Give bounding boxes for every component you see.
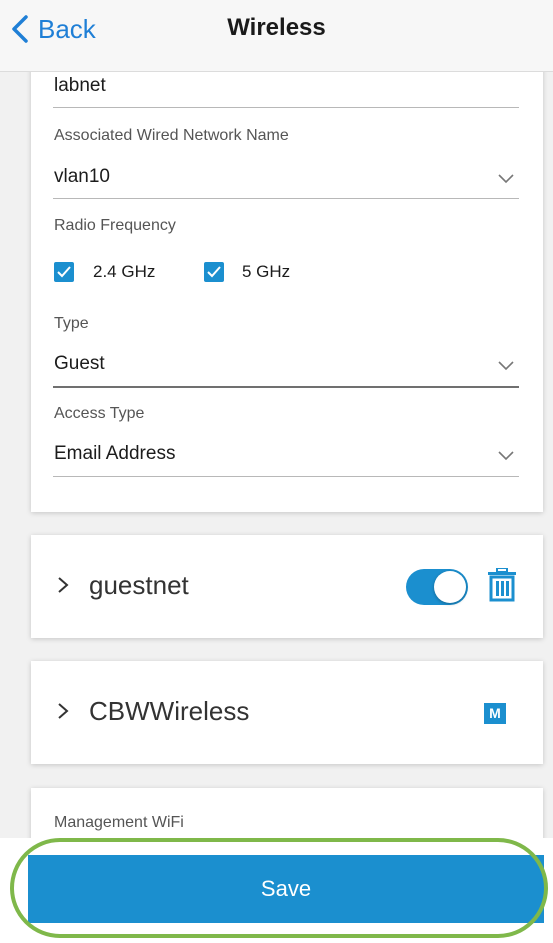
wired-network-select[interactable]: vlan10 <box>54 166 110 188</box>
access-type-select[interactable]: Email Address <box>54 443 175 465</box>
access-type-underline <box>53 476 519 477</box>
nav-bar: Back Wireless <box>0 0 553 72</box>
network-row-cbwwireless[interactable]: CBWWireless M <box>31 661 543 764</box>
wired-network-underline <box>53 198 519 199</box>
toggle-knob <box>434 571 466 603</box>
chevron-right-icon[interactable] <box>57 575 69 595</box>
type-label: Type <box>54 315 89 332</box>
save-button[interactable]: Save <box>28 855 544 923</box>
checkmark-icon <box>57 266 71 278</box>
freq-24-checkbox[interactable] <box>54 262 74 282</box>
network-row-guestnet[interactable]: guestnet <box>31 535 543 638</box>
type-underline <box>53 386 519 388</box>
network-enable-toggle[interactable] <box>406 569 468 605</box>
ssid-underline <box>53 107 519 108</box>
checkmark-icon <box>207 266 221 278</box>
page-title: Wireless <box>227 14 326 41</box>
management-badge: M <box>484 703 506 724</box>
network-settings-card: labnet Associated Wired Network Name vla… <box>31 72 543 512</box>
freq-5-label: 5 GHz <box>242 262 291 281</box>
chevron-down-icon[interactable] <box>497 173 515 185</box>
wired-network-label: Associated Wired Network Name <box>54 127 289 144</box>
freq-5-checkbox[interactable] <box>204 262 224 282</box>
network-name: guestnet <box>89 570 189 600</box>
freq-24-label: 2.4 GHz <box>93 262 156 281</box>
network-name: CBWWireless <box>89 696 250 726</box>
management-wifi-label: Management WiFi <box>54 814 184 831</box>
chevron-right-icon[interactable] <box>57 701 69 721</box>
type-select[interactable]: Guest <box>54 353 105 375</box>
footer-bar: Save <box>0 838 553 943</box>
trash-icon[interactable] <box>486 568 518 602</box>
access-type-label: Access Type <box>54 405 145 422</box>
management-wifi-card: Management WiFi <box>31 788 543 838</box>
content-scroll-area[interactable]: labnet Associated Wired Network Name vla… <box>0 72 553 838</box>
ssid-field[interactable]: labnet <box>54 75 106 97</box>
chevron-down-icon[interactable] <box>497 450 515 462</box>
radio-frequency-label: Radio Frequency <box>54 217 176 234</box>
chevron-down-icon[interactable] <box>497 360 515 372</box>
